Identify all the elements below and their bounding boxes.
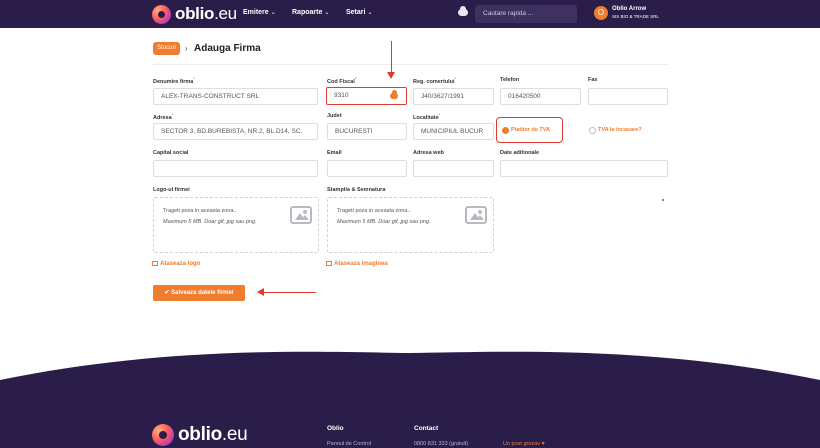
image-icon bbox=[326, 261, 332, 266]
label-fax: Fax bbox=[588, 77, 598, 83]
adresa-web-input[interactable] bbox=[413, 160, 494, 177]
denumire-firma-input[interactable]: ALEX-TRANS-CONSTRUCT SRL bbox=[153, 88, 318, 105]
date-aditionale-input[interactable] bbox=[500, 160, 668, 177]
fax-input[interactable] bbox=[588, 88, 668, 105]
user-name[interactable]: Oblio Arrow bbox=[612, 6, 646, 12]
stampila-dropzone[interactable]: Trageti poza in aceasta zona.. Maximum 5… bbox=[327, 197, 494, 253]
label-adresa: Adresa* bbox=[153, 113, 174, 121]
oblio-logo-icon bbox=[152, 4, 171, 24]
tva-incasare-checkbox[interactable] bbox=[589, 127, 596, 134]
oblio-logo[interactable]: oblio.eu bbox=[152, 4, 237, 24]
anaf-lookup-button[interactable] bbox=[383, 89, 405, 103]
reg-comertului-input[interactable]: J40/3627/1991 bbox=[413, 88, 494, 105]
nav-setari-label: Setari bbox=[346, 9, 366, 16]
annotation-arrow-down bbox=[391, 41, 393, 74]
user-company[interactable]: SIS BIO & TRADE SRL bbox=[612, 14, 659, 19]
save-button[interactable]: ✔ Salveaza datele firmei bbox=[153, 285, 245, 301]
tva-incasare-label[interactable]: TVA la incasare? bbox=[598, 127, 642, 133]
telefon-input[interactable]: 016420500 bbox=[500, 88, 581, 105]
nav-setari[interactable]: Setari ⌄ bbox=[346, 9, 373, 16]
label-web: Adresa web bbox=[413, 150, 444, 156]
brand-name: oblio bbox=[175, 4, 215, 23]
breadcrumb-separator-icon: › bbox=[185, 44, 188, 53]
label-date-aditionale: Date aditionale bbox=[500, 150, 540, 156]
localitate-select[interactable]: MUNICIPIUL BUCUR bbox=[413, 123, 494, 140]
logo-hint: Trageti poza in aceasta zona.. bbox=[163, 208, 237, 214]
judet-select[interactable]: BUCURESTI bbox=[327, 123, 407, 140]
footer-love[interactable]: Un post grozav ♥ bbox=[503, 441, 545, 447]
chevron-down-icon: ⌄ bbox=[367, 10, 373, 16]
email-input[interactable] bbox=[327, 160, 407, 177]
footer-brand-tld: .eu bbox=[221, 424, 248, 445]
label-telefon: Telefon bbox=[500, 77, 520, 83]
footer-brand-name: oblio bbox=[178, 424, 222, 445]
label-email: Email bbox=[327, 150, 342, 156]
chevron-down-icon: ⌄ bbox=[270, 10, 276, 16]
user-avatar[interactable]: O bbox=[594, 6, 608, 20]
breadcrumb-stocuri[interactable]: Stocuri bbox=[153, 42, 180, 55]
page-title: Adauga Firma bbox=[194, 43, 261, 54]
top-navbar: oblio.eu Emitere ⌄ Rapoarte ⌄ Setari ⌄ Caut… bbox=[0, 0, 820, 28]
chevron-down-icon: ⌄ bbox=[324, 10, 330, 16]
image-icon bbox=[152, 261, 158, 266]
attach-logo-link[interactable]: Ataseaza logo bbox=[152, 261, 200, 267]
search-input[interactable]: Cautare rapida ... bbox=[475, 5, 577, 23]
image-icon bbox=[290, 206, 312, 224]
cloud-icon[interactable] bbox=[458, 6, 468, 16]
footer-phone[interactable]: 0800 831 333 (gratuit) bbox=[414, 441, 468, 447]
nav-emitere[interactable]: Emitere ⌄ bbox=[243, 9, 276, 16]
nav-rapoarte[interactable]: Rapoarte ⌄ bbox=[292, 9, 329, 16]
divider bbox=[152, 64, 668, 65]
label-localitate: Localitate* bbox=[413, 113, 441, 121]
image-icon bbox=[465, 206, 487, 224]
oblio-logo-icon bbox=[152, 424, 174, 446]
label-cod-fiscal: Cod Fiscal* bbox=[327, 77, 357, 85]
label-logo: Logo-ul firmei bbox=[153, 187, 190, 193]
annotation-arrow-left-head bbox=[257, 288, 264, 296]
footer-col-oblio-title: Oblio bbox=[327, 425, 344, 432]
adresa-input[interactable]: SECTOR 3, BD.BUREBISTA, NR.2, BL.D14, SC… bbox=[153, 123, 318, 140]
label-stampila: Stampila & Semnatura bbox=[327, 187, 386, 193]
attach-stampila-link[interactable]: Ataseaza imaginea bbox=[326, 261, 388, 267]
footer-panoul-link[interactable]: Panoul de Control bbox=[327, 441, 371, 447]
brand-tld: .eu bbox=[214, 4, 237, 23]
annotation-arrow-down-head bbox=[387, 72, 395, 79]
label-denumire: Denumire firma* bbox=[153, 77, 195, 85]
required-marker bbox=[662, 199, 664, 201]
cloud-download-icon bbox=[390, 90, 398, 99]
platitor-tva-checkbox[interactable] bbox=[502, 127, 509, 134]
platitor-tva-label[interactable]: Platitor de TVA bbox=[511, 127, 550, 133]
label-reg-com: Reg. comertului* bbox=[413, 77, 456, 85]
stampila-limits: Maximum 5 MB. Doar gif, jpg sau png. bbox=[337, 219, 431, 225]
save-button-label: Salveaza datele firmei bbox=[171, 290, 234, 296]
label-capital: Capital social bbox=[153, 150, 189, 156]
capital-social-input[interactable] bbox=[153, 160, 318, 177]
nav-rapoarte-label: Rapoarte bbox=[292, 9, 323, 16]
annotation-arrow-left bbox=[262, 292, 316, 294]
logo-dropzone[interactable]: Trageti poza in aceasta zona.. Maximum 5… bbox=[153, 197, 319, 253]
stampila-hint: Trageti poza in aceasta zona.. bbox=[337, 208, 411, 214]
nav-emitere-label: Emitere bbox=[243, 9, 269, 16]
footer-logo[interactable]: oblio.eu bbox=[152, 424, 248, 446]
footer-background bbox=[0, 351, 820, 448]
label-judet: Judet bbox=[327, 113, 342, 119]
footer-col-contact-title: Contact bbox=[414, 425, 439, 432]
logo-limits: Maximum 5 MB. Doar gif, jpg sau png. bbox=[163, 219, 257, 225]
